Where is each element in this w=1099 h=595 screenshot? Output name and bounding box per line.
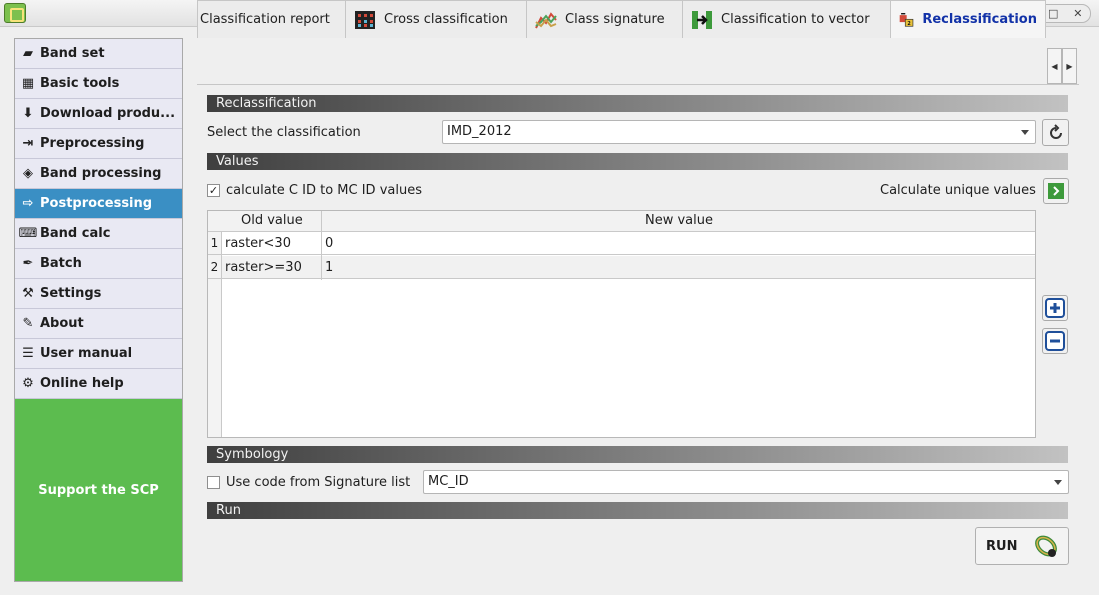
refresh-icon	[1049, 123, 1062, 139]
manual-icon: ☰	[22, 346, 34, 361]
sidebar-item-batch[interactable]: ✒ Batch	[15, 249, 182, 279]
table-cell-new-value[interactable]: 0	[322, 232, 1035, 255]
tab-classification-to-vector[interactable]: Classification to vector	[682, 0, 891, 38]
sidebar-item-label: Basic tools	[40, 76, 120, 91]
band-processing-icon: ◈	[23, 166, 33, 181]
sidebar-item-basic-tools[interactable]: ▦ Basic tools	[15, 69, 182, 99]
sidebar-item-band-calc[interactable]: ⌨ Band calc	[15, 219, 182, 249]
sidebar-item-band-set[interactable]: ▰ Band set	[15, 39, 182, 69]
column-header-new-value: New value	[645, 213, 713, 228]
table-cell-old-value[interactable]: raster<30	[222, 232, 321, 255]
sidebar-item-user-manual[interactable]: ☰ User manual	[15, 339, 182, 369]
minus-icon	[1045, 331, 1065, 351]
sidebar-item-label: Band processing	[40, 166, 162, 181]
table-cell-old-value[interactable]: raster>=30	[222, 256, 321, 279]
calculate-cid-checkbox[interactable]: ✓	[207, 184, 220, 197]
sidebar-item-label: Settings	[40, 286, 102, 301]
select-classification-label: Select the classification	[207, 125, 361, 140]
column-header-old-value: Old value	[241, 213, 303, 228]
section-header-symbology: Symbology	[207, 446, 1068, 463]
sidebar-item-about[interactable]: ✎ About	[15, 309, 182, 339]
reclassification-icon: 2	[899, 12, 914, 26]
tab-bar	[197, 47, 1079, 85]
add-row-button[interactable]	[1042, 295, 1068, 321]
tab-cross-classification[interactable]: Cross classification	[345, 0, 527, 38]
basic-tools-icon: ▦	[21, 76, 35, 91]
support-scp-link[interactable]: Support the SCP	[15, 399, 182, 581]
tab-label: Classification to vector	[721, 12, 870, 27]
section-header-values: Values	[207, 153, 1068, 170]
run-icon	[1035, 535, 1057, 557]
run-button-label: RUN	[986, 538, 1018, 554]
tab-reclassification[interactable]: 2 Reclassification	[890, 0, 1046, 38]
reclassification-table: Old value New value 1 raster<30 0 2 rast…	[207, 210, 1036, 438]
tab-scroll-right-icon[interactable]: ▶	[1062, 48, 1077, 84]
chevron-down-icon	[1054, 480, 1062, 485]
tab-class-signature[interactable]: Class signature	[526, 0, 683, 38]
sidebar-item-download[interactable]: ⬇ Download produ...	[15, 99, 182, 129]
sidebar-item-label: Preprocessing	[40, 136, 145, 151]
tab-scroll-left-icon[interactable]: ◀	[1047, 48, 1062, 84]
download-icon: ⬇	[22, 106, 34, 121]
calculate-unique-label: Calculate unique values	[880, 183, 1036, 198]
sidebar-item-label: User manual	[40, 346, 133, 361]
about-icon: ✎	[22, 316, 34, 331]
sidebar-item-settings[interactable]: ⚒ Settings	[15, 279, 182, 309]
help-icon: ⚙	[22, 376, 34, 391]
postprocessing-icon: ⇨	[22, 196, 34, 211]
calculate-unique-values-button[interactable]	[1043, 178, 1069, 204]
cross-classification-icon	[355, 10, 375, 29]
sidebar-item-label: Download produ...	[40, 106, 176, 121]
classification-select[interactable]: IMD_2012	[442, 120, 1036, 144]
chevron-down-icon	[1021, 130, 1029, 135]
sidebar-item-label: Band set	[40, 46, 105, 61]
tab-classification-report[interactable]: Classification report	[197, 0, 346, 38]
tab-label: Class signature	[565, 12, 665, 27]
row-number: 1	[208, 232, 222, 255]
run-button[interactable]: RUN	[975, 527, 1069, 565]
section-header-reclassification: Reclassification	[207, 95, 1068, 112]
tab-label: Reclassification	[922, 12, 1037, 27]
remove-row-button[interactable]	[1042, 328, 1068, 354]
table-cell-new-value[interactable]: 1	[322, 256, 1035, 279]
tab-label: Classification report	[200, 12, 330, 27]
sidebar-item-online-help[interactable]: ⚙ Online help	[15, 369, 182, 399]
settings-icon: ⚒	[22, 286, 34, 301]
plus-icon	[1045, 298, 1065, 318]
symbology-field-value: MC_ID	[428, 474, 469, 489]
svg-text:2: 2	[907, 20, 910, 26]
calculate-cid-label: calculate C ID to MC ID values	[226, 183, 422, 198]
batch-icon: ✒	[22, 256, 34, 271]
symbology-field-select[interactable]: MC_ID	[423, 470, 1069, 494]
classification-select-value: IMD_2012	[447, 124, 512, 139]
sidebar-item-label: Batch	[40, 256, 82, 271]
row-number: 2	[208, 256, 222, 279]
sidebar-item-postprocessing[interactable]: ⇨ Postprocessing	[15, 189, 182, 219]
preprocessing-icon: ⇥	[22, 136, 34, 151]
run-arrow-icon	[1048, 183, 1064, 199]
refresh-button[interactable]	[1042, 119, 1069, 146]
close-icon[interactable]: ✕	[1073, 7, 1082, 20]
classification-to-vector-icon	[692, 10, 712, 29]
sidebar-item-label: Postprocessing	[40, 196, 153, 211]
sidebar-item-label: About	[40, 316, 84, 331]
sidebar-item-label: Online help	[40, 376, 124, 391]
sidebar-item-label: Band calc	[40, 226, 111, 241]
section-header-run: Run	[207, 502, 1068, 519]
maximize-icon[interactable]: □	[1048, 7, 1058, 20]
use-signature-code-checkbox[interactable]	[207, 476, 220, 489]
class-signature-icon	[535, 11, 557, 28]
band-set-icon: ▰	[23, 46, 33, 61]
sidebar: ▰ Band set ▦ Basic tools ⬇ Download produ..…	[14, 38, 183, 582]
table-header: Old value New value	[208, 211, 1035, 232]
tab-label: Cross classification	[384, 12, 508, 27]
use-signature-code-label: Use code from Signature list	[226, 475, 411, 490]
sidebar-item-band-processing[interactable]: ◈ Band processing	[15, 159, 182, 189]
calculator-icon: ⌨	[18, 226, 38, 241]
sidebar-item-preprocessing[interactable]: ⇥ Preprocessing	[15, 129, 182, 159]
